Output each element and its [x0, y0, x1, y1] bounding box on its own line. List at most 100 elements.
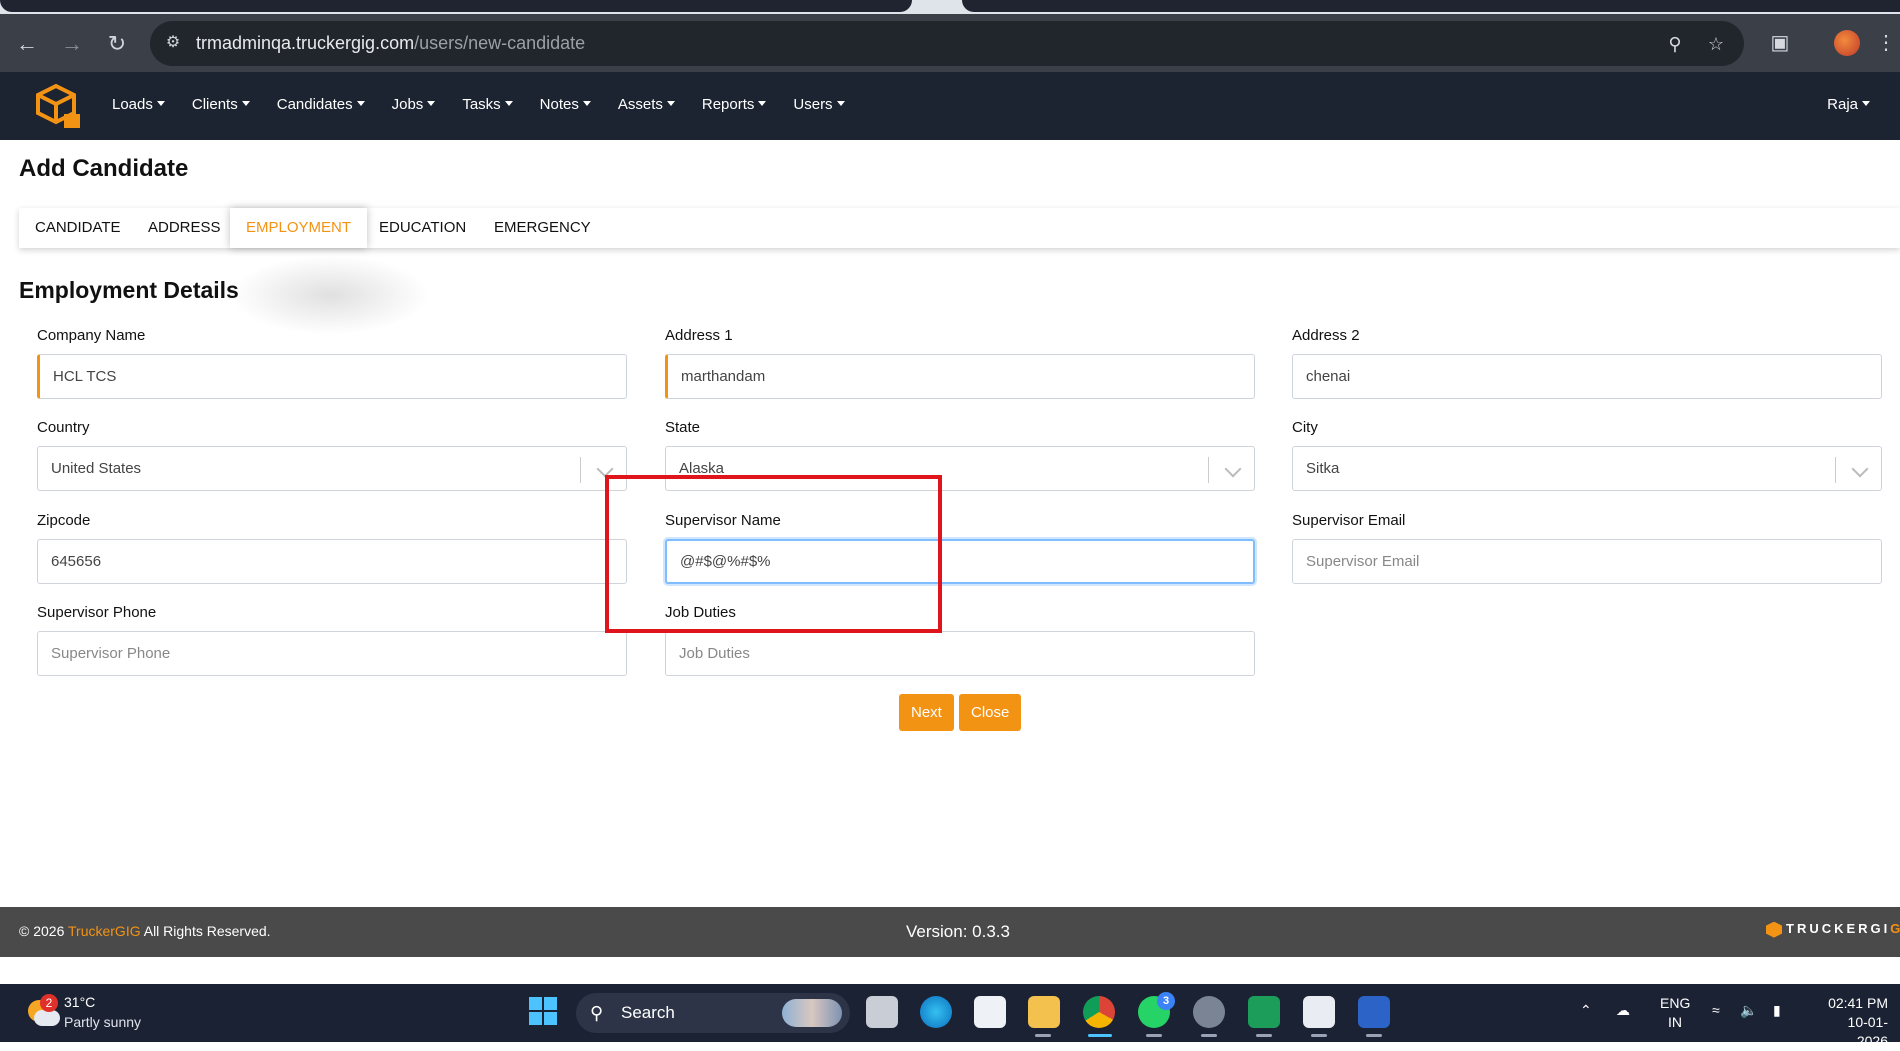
- country-select[interactable]: United States: [37, 446, 627, 491]
- back-icon[interactable]: ←: [10, 27, 44, 61]
- caret-down-icon: [356, 100, 365, 106]
- onedrive-cloud-icon[interactable]: ☁: [1616, 1002, 1630, 1019]
- country-value: United States: [51, 460, 142, 477]
- search-label: Search: [621, 1003, 675, 1022]
- caret-down-icon: [1862, 100, 1870, 106]
- address2-input[interactable]: chenai: [1292, 354, 1882, 399]
- caret-down-icon: [836, 100, 845, 106]
- search-highlight-image: [782, 999, 842, 1027]
- footer-logo: TRUCKERGIG: [1766, 921, 1900, 938]
- main-menu: Loads Clients Candidates Jobs Tasks Note…: [112, 96, 872, 113]
- page-footer: © 2026 TruckerGIG All Rights Reserved. V…: [0, 907, 1900, 957]
- chevron-down-icon[interactable]: [1851, 460, 1869, 478]
- close-button[interactable]: Close: [959, 694, 1022, 731]
- site-info-icon[interactable]: ⚙: [162, 32, 184, 54]
- tab-employment[interactable]: EMPLOYMENT: [230, 208, 368, 248]
- forward-icon[interactable]: →: [55, 27, 89, 61]
- windows-start-icon[interactable]: [527, 996, 559, 1028]
- select-separator: [1208, 457, 1209, 483]
- next-button[interactable]: Next: [899, 694, 954, 731]
- running-indicator: [1256, 1034, 1272, 1037]
- search-icon: ⚲: [590, 1003, 604, 1023]
- caret-down-icon: [156, 100, 165, 106]
- whatsapp-badge: 3: [1157, 992, 1175, 1010]
- browser-tab[interactable]: [0, 0, 912, 12]
- company-name-input[interactable]: HCL TCS: [37, 354, 627, 399]
- truckergig-logo-icon: [1766, 921, 1782, 938]
- select-separator: [580, 457, 581, 483]
- menu-candidates[interactable]: Candidates: [277, 96, 365, 113]
- running-indicator: [1311, 1034, 1327, 1037]
- browser-tab[interactable]: [962, 0, 1900, 12]
- chevron-up-icon[interactable]: ⌃: [1580, 1002, 1592, 1019]
- menu-users[interactable]: Users: [793, 96, 845, 113]
- chevron-down-icon[interactable]: [1224, 460, 1242, 478]
- reload-icon[interactable]: ↻: [100, 27, 134, 61]
- address2-label: Address 2: [1292, 327, 1360, 344]
- address-bar[interactable]: ⚙ trmadminqa.truckergig.com/users/new-ca…: [150, 21, 1744, 66]
- weather-temperature: 31°C: [64, 994, 96, 1010]
- app-navbar: Loads Clients Candidates Jobs Tasks Note…: [0, 72, 1900, 140]
- extensions-icon[interactable]: ▣: [1764, 27, 1796, 59]
- weather-widget[interactable]: 2: [24, 994, 64, 1034]
- menu-reports[interactable]: Reports: [702, 96, 767, 113]
- file-explorer-icon[interactable]: [1028, 996, 1060, 1028]
- password-key-icon[interactable]: ⚲: [1662, 31, 1688, 57]
- address1-input[interactable]: marthandam: [665, 354, 1255, 399]
- excel-icon[interactable]: [1248, 996, 1280, 1028]
- caret-down-icon: [504, 100, 513, 106]
- company-name-label: Company Name: [37, 327, 146, 344]
- system-clock[interactable]: 02:41 PM 10-01-2026: [1818, 994, 1888, 1051]
- store-icon[interactable]: [974, 996, 1006, 1028]
- brand-link[interactable]: TruckerGIG: [68, 923, 141, 939]
- tab-address[interactable]: ADDRESS: [148, 208, 221, 248]
- address1-label: Address 1: [665, 327, 733, 344]
- caret-down-icon: [758, 100, 767, 106]
- copyright-text: © 2026 TruckerGIG All Rights Reserved.: [19, 923, 271, 939]
- weather-description: Partly sunny: [64, 1014, 142, 1030]
- browser-menu-icon[interactable]: ⋮: [1876, 27, 1896, 59]
- supervisor-email-input[interactable]: Supervisor Email: [1292, 539, 1882, 584]
- word-icon[interactable]: [1358, 996, 1390, 1028]
- supervisor-email-placeholder: Supervisor Email: [1306, 553, 1420, 570]
- volume-icon[interactable]: 🔈: [1740, 1002, 1757, 1019]
- section-title: Employment Details: [19, 277, 239, 303]
- state-label: State: [665, 419, 701, 436]
- snipping-tool-icon[interactable]: [1303, 996, 1335, 1028]
- edge-browser-icon[interactable]: [920, 996, 952, 1028]
- caret-down-icon: [241, 100, 250, 106]
- tab-education[interactable]: EDUCATION: [379, 208, 466, 248]
- tab-candidate[interactable]: CANDIDATE: [35, 208, 121, 248]
- taskbar-search[interactable]: ⚲ Search: [576, 993, 850, 1033]
- menu-jobs[interactable]: Jobs: [392, 96, 436, 113]
- bookmark-star-icon[interactable]: ☆: [1703, 31, 1729, 57]
- truckergig-logo-icon[interactable]: [36, 84, 82, 128]
- url-text: trmadminqa.truckergig.com/users/new-cand…: [196, 33, 586, 53]
- menu-clients[interactable]: Clients: [192, 96, 250, 113]
- menu-assets[interactable]: Assets: [618, 96, 675, 113]
- chrome-icon[interactable]: [1083, 996, 1115, 1028]
- city-select[interactable]: Sitka: [1292, 446, 1882, 491]
- menu-tasks[interactable]: Tasks: [462, 96, 513, 113]
- shadow-decoration: [230, 255, 430, 335]
- task-view-icon[interactable]: [866, 996, 898, 1028]
- menu-loads[interactable]: Loads: [112, 96, 165, 113]
- wifi-icon[interactable]: ≈: [1712, 1002, 1720, 1018]
- supervisor-phone-input[interactable]: Supervisor Phone: [37, 631, 627, 676]
- menu-notes[interactable]: Notes: [540, 96, 591, 113]
- tab-emergency[interactable]: EMERGENCY: [494, 208, 591, 248]
- version-text: Version: 0.3.3: [906, 922, 1010, 941]
- running-indicator: [1146, 1034, 1162, 1037]
- user-menu[interactable]: Raja: [1827, 96, 1870, 113]
- settings-gear-icon[interactable]: [1193, 996, 1225, 1028]
- zipcode-label: Zipcode: [37, 512, 91, 529]
- profile-avatar[interactable]: [1834, 30, 1860, 56]
- battery-icon[interactable]: ▮: [1773, 1002, 1781, 1019]
- language-indicator[interactable]: ENG IN: [1660, 994, 1690, 1032]
- zipcode-input[interactable]: 645656: [37, 539, 627, 584]
- windows-taskbar: 2 31°C Partly sunny ⚲ Search 3 ⌃ ☁ ENG IN…: [0, 984, 1900, 1049]
- caret-down-icon: [666, 100, 675, 106]
- form-tabs: CANDIDATE ADDRESS EMPLOYMENT EDUCATION E…: [19, 208, 1900, 248]
- job-duties-input[interactable]: Job Duties: [665, 631, 1255, 676]
- select-separator: [1835, 457, 1836, 483]
